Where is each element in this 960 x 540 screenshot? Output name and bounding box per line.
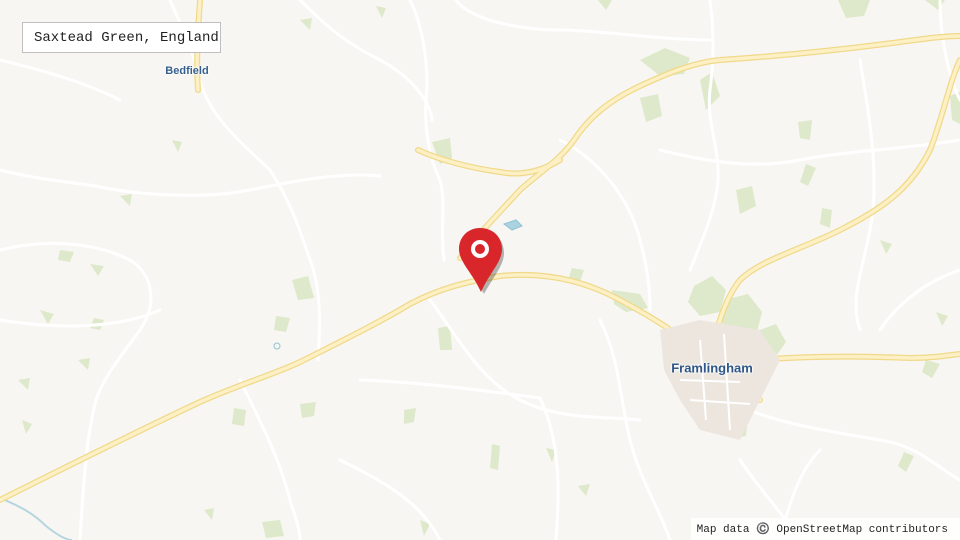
place-label-framlingham: Framlingham — [671, 360, 753, 376]
pin-center — [475, 244, 485, 254]
attribution-text[interactable]: Map data ©️ OpenStreetMap contributors — [697, 522, 948, 536]
location-label: Saxtead Green, England — [34, 29, 219, 46]
pin-body — [459, 228, 502, 292]
map-pin-icon[interactable] — [456, 228, 508, 294]
place-label-bedfield: Bedfield — [165, 65, 209, 77]
map-attribution[interactable]: Map data ©️ OpenStreetMap contributors — [690, 518, 960, 540]
location-label-box: Saxtead Green, England — [22, 22, 221, 53]
